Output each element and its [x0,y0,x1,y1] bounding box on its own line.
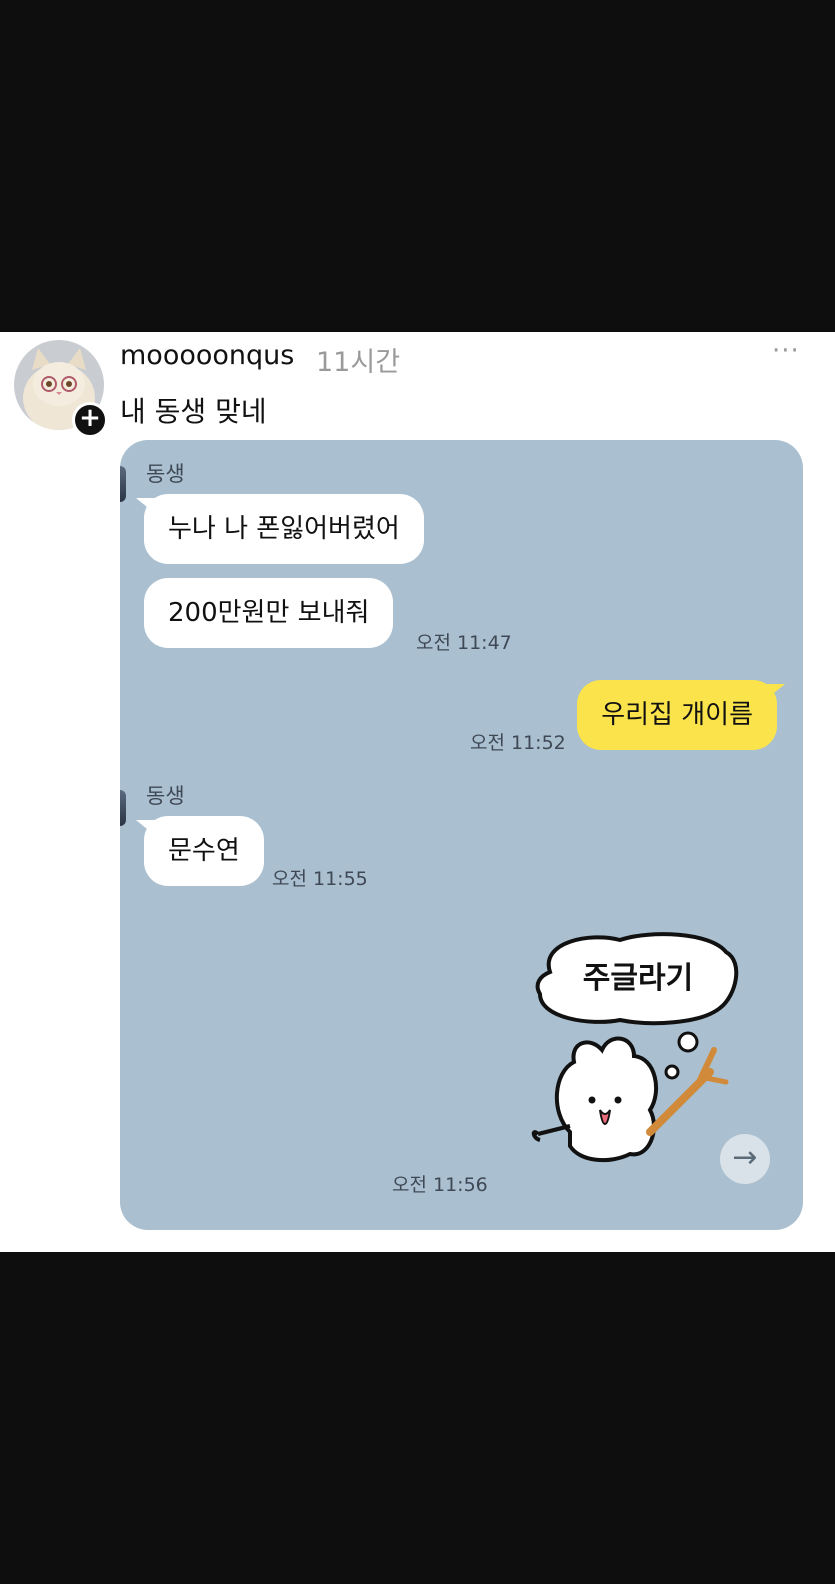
message-text: 200만원만 보내줘 [168,598,370,628]
sender-avatar [120,790,126,826]
message-bubble: 누나 나 폰잃어버렸어 [136,494,424,564]
sender-name: 동생 [146,462,185,486]
follow-plus-icon[interactable]: + [72,402,108,438]
message-bubble: 문수연 [136,816,264,886]
sender-name: 동생 [146,784,185,808]
sticker-text: 주글라기 [583,961,693,996]
post-caption: 내 동생 맞네 [120,395,267,428]
more-options-icon[interactable]: ··· [772,336,800,366]
message-text: 우리집 개이름 [601,700,753,730]
sender-avatar [120,466,126,502]
post-card: + mooooonqus 11시간 ··· 내 동생 맞네 동생 누나 나 폰잃… [0,332,835,1252]
profile-avatar[interactable]: + [14,340,108,438]
message-text: 누나 나 폰잃어버렸어 [168,514,400,544]
my-message-bubble: 우리집 개이름 [577,680,785,750]
share-arrow-icon[interactable]: → [720,1134,770,1184]
message-timestamp: 오전 11:52 [470,732,566,754]
message-text: 문수연 [168,836,240,866]
message-timestamp: 오전 11:56 [392,1174,488,1196]
chat-screenshot: 동생 누나 나 폰잃어버렸어 200만원만 보내줘 오전 11:47 우리집 개… [120,440,803,1230]
username[interactable]: mooooonqus [120,340,294,371]
post-time: 11시간 [316,347,401,378]
message-bubble: 200만원만 보내줘 [144,578,394,648]
message-timestamp: 오전 11:47 [416,632,512,654]
message-timestamp: 오전 11:55 [272,868,368,890]
